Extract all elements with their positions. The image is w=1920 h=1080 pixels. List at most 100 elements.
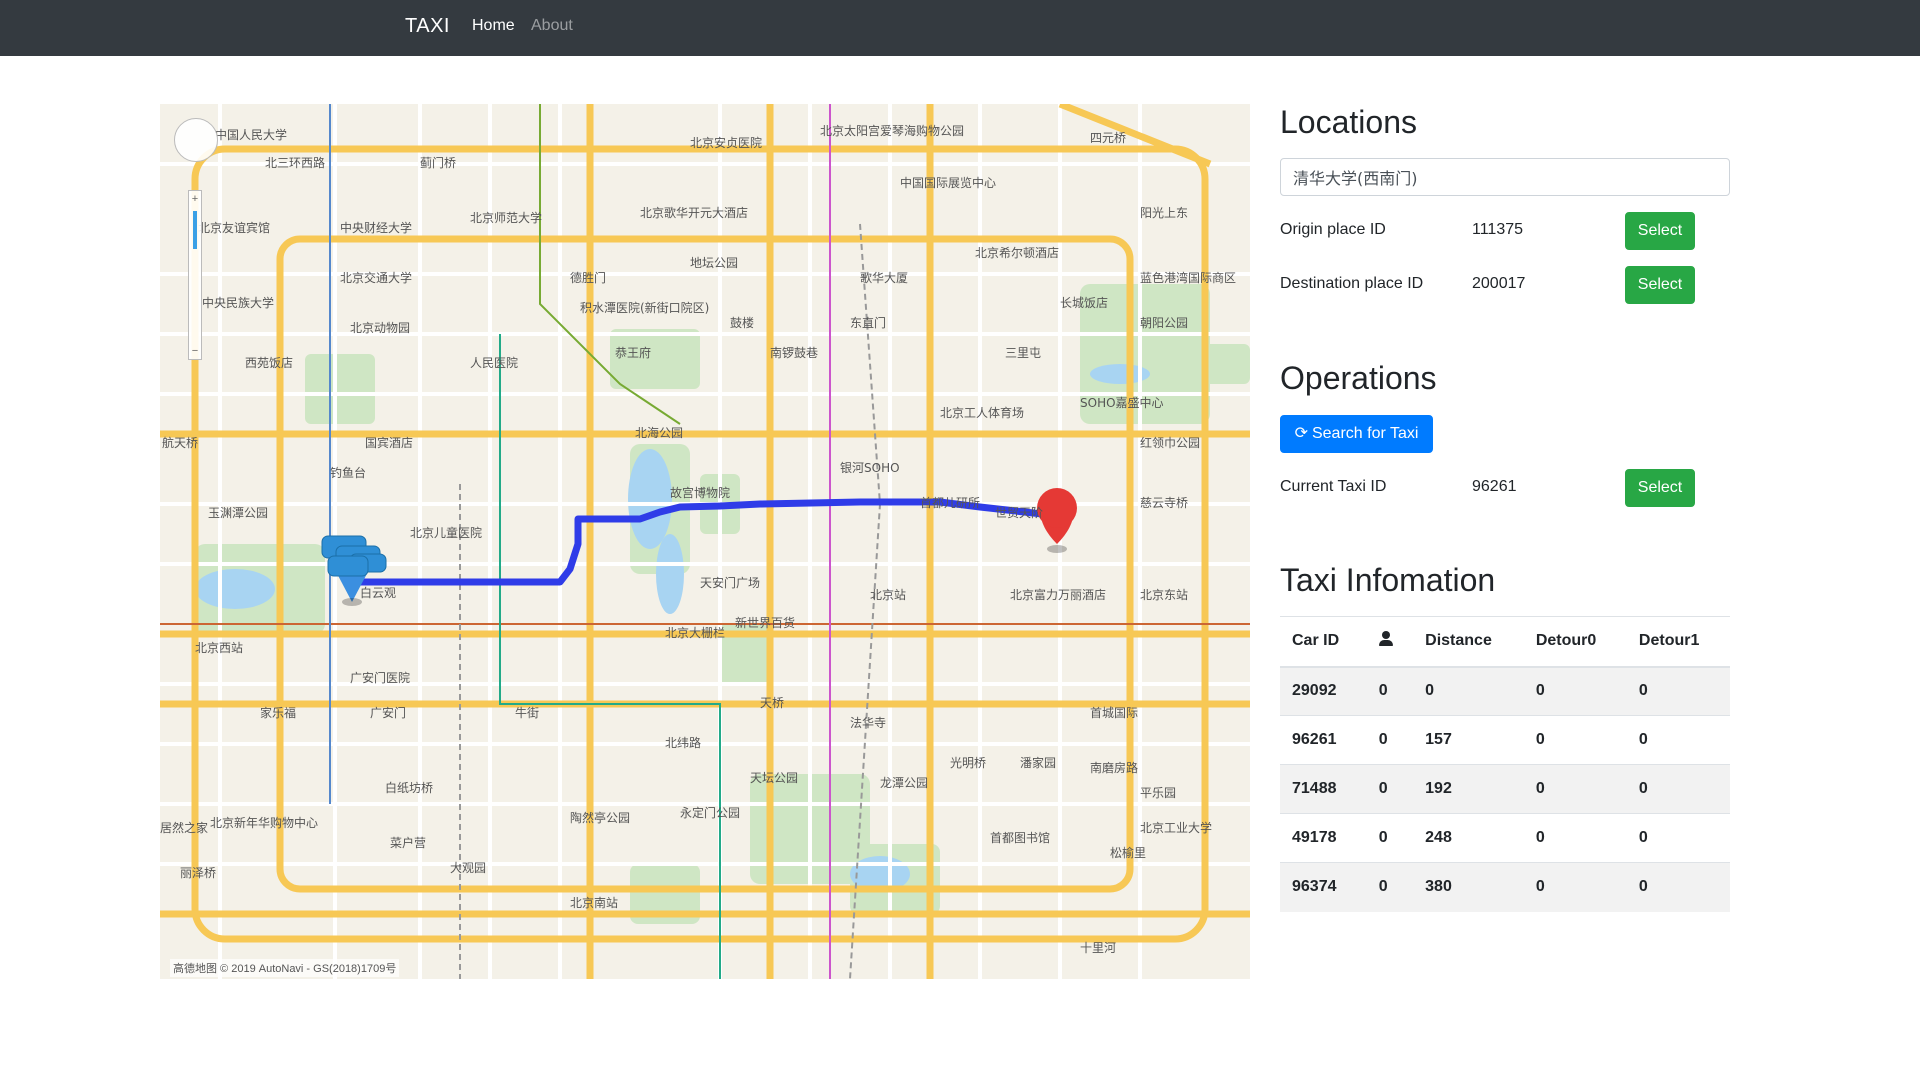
- map-label: 人民医院: [470, 356, 519, 370]
- location-search-input[interactable]: [1280, 158, 1730, 196]
- map-label: SOHO嘉盛中心: [1080, 396, 1164, 410]
- map-label: 红领巾公园: [1140, 436, 1201, 450]
- map-zoom-slider[interactable]: + −: [188, 190, 202, 360]
- table-row[interactable]: 29092 0 0 0 0: [1280, 666, 1730, 716]
- origin-select-button[interactable]: Select: [1625, 212, 1695, 250]
- map-label: 广安门医院: [350, 671, 411, 685]
- map-label: 南锣鼓巷: [770, 346, 819, 360]
- search-taxi-button[interactable]: ⟳ Search for Taxi: [1280, 415, 1433, 453]
- map-label: 白纸坊桥: [385, 781, 434, 795]
- map-label: 北京动物园: [350, 321, 411, 335]
- taxi-info-heading: Taxi Infomation: [1280, 562, 1496, 598]
- map-label: 北三环西路: [265, 156, 326, 170]
- table-row[interactable]: 49178 0 248 0 0: [1280, 813, 1730, 863]
- cell-distance: 192: [1413, 764, 1524, 814]
- map-label: 北京新年华购物中心: [210, 816, 319, 830]
- cell-detour1: 0: [1626, 666, 1730, 716]
- map-label: 钓鱼台: [330, 466, 367, 480]
- map-label: 中央民族大学: [202, 296, 275, 310]
- cell-passengers: 0: [1366, 666, 1414, 716]
- map-label: 北京安贞医院: [690, 136, 763, 150]
- origin-place-label: Origin place ID: [1280, 221, 1386, 238]
- map-label: 歌华大厦: [860, 271, 909, 285]
- cell-detour1: 0: [1626, 862, 1730, 912]
- table-row[interactable]: 96261 0 157 0 0: [1280, 715, 1730, 765]
- cell-passengers: 0: [1366, 715, 1414, 765]
- map-pan-control[interactable]: [174, 118, 218, 162]
- search-taxi-label: Search for Taxi: [1311, 425, 1419, 442]
- cell-car-id: 29092: [1280, 666, 1367, 716]
- map-label: 世贸天阶: [995, 506, 1044, 520]
- map-label: 银河SOHO: [840, 461, 900, 475]
- map-label: 平乐园: [1140, 786, 1177, 800]
- map-label: 龙潭公园: [880, 776, 929, 790]
- map-label: 三里屯: [1005, 346, 1042, 360]
- map-label: 德胜门: [570, 271, 607, 285]
- person-icon: [1378, 631, 1393, 647]
- cell-passengers: 0: [1366, 813, 1414, 863]
- map-label: 阳光上东: [1140, 206, 1189, 220]
- map-label: 北京友谊宾馆: [198, 221, 271, 235]
- map-view[interactable]: 中国人民大学 北三环西路 蓟门桥 北京安贞医院 北京太阳宫爱琴海购物公园 四元桥 北京友谊宾…: [160, 104, 1250, 979]
- map-label: 四元桥: [1090, 131, 1127, 145]
- destination-select-button[interactable]: Select: [1625, 266, 1695, 304]
- cell-car-id: 96374: [1280, 862, 1367, 912]
- col-passengers: [1366, 616, 1414, 668]
- taxi-cluster-icon[interactable]: [321, 535, 387, 577]
- map-label: 蓝色港湾国际商区: [1140, 271, 1237, 285]
- zoom-in-icon[interactable]: +: [189, 193, 201, 205]
- map-label: 首城国际: [1090, 706, 1139, 720]
- map-label: 蓟门桥: [420, 156, 457, 170]
- col-detour1: Detour1: [1626, 616, 1730, 668]
- cell-distance: 157: [1413, 715, 1524, 765]
- current-taxi-label: Current Taxi ID: [1280, 478, 1387, 495]
- refresh-icon: ⟳: [1294, 425, 1308, 442]
- col-detour0: Detour0: [1523, 616, 1627, 668]
- cell-detour1: 0: [1626, 715, 1730, 765]
- map-label: 北京儿童医院: [410, 526, 483, 540]
- map-label: 中央财经大学: [340, 221, 413, 235]
- cell-distance: 0: [1413, 666, 1524, 716]
- col-distance: Distance: [1413, 616, 1524, 668]
- cell-detour0: 0: [1523, 862, 1627, 912]
- map-label: 白云观: [360, 586, 397, 600]
- map-attribution: 高德地图 © 2019 AutoNavi - GS(2018)1709号: [170, 959, 400, 977]
- top-navbar: TAXI Home About: [0, 0, 1920, 56]
- locations-heading: Locations: [1280, 104, 1417, 140]
- cell-detour1: 0: [1626, 813, 1730, 863]
- zoom-out-icon[interactable]: −: [189, 345, 201, 357]
- nav-home-link[interactable]: Home: [472, 17, 515, 35]
- cell-passengers: 0: [1366, 862, 1414, 912]
- map-label: 牛街: [515, 706, 540, 720]
- map-label: 北海公园: [635, 426, 684, 440]
- map-label: 朝阳公园: [1140, 316, 1189, 330]
- brand-logo[interactable]: TAXI: [405, 15, 450, 38]
- map-label: 大观园: [450, 861, 487, 875]
- current-taxi-select-button[interactable]: Select: [1625, 469, 1695, 507]
- map-label: 北京东站: [1140, 588, 1189, 602]
- cell-detour1: 0: [1626, 764, 1730, 814]
- map-label: 玉渊潭公园: [208, 506, 269, 520]
- operations-heading: Operations: [1280, 360, 1437, 396]
- map-label: 北京希尔顿酒店: [975, 246, 1060, 260]
- nav-about-link[interactable]: About: [531, 17, 573, 35]
- map-label: 北京交通大学: [340, 271, 413, 285]
- map-label: 首都儿研所: [920, 496, 981, 510]
- cell-detour0: 0: [1523, 764, 1627, 814]
- map-label: 丽泽桥: [180, 866, 217, 880]
- col-car-id: Car ID: [1280, 616, 1367, 668]
- map-label: 北京太阳宫爱琴海购物公园: [820, 124, 965, 138]
- taxi-info-table: Car ID Distance Detour0 Detour1 29092 0 …: [1280, 616, 1730, 912]
- zoom-level-indicator[interactable]: [193, 211, 197, 249]
- map-roads: [160, 104, 1250, 979]
- map-label: 北京歌华开元大酒店: [640, 206, 749, 220]
- current-taxi-value: 96261: [1472, 478, 1517, 495]
- table-row[interactable]: 71488 0 192 0 0: [1280, 764, 1730, 814]
- map-label: 天坛公园: [750, 771, 799, 785]
- map-label: 南磨房路: [1090, 761, 1139, 775]
- map-label: 积水潭医院(新街口院区): [580, 301, 710, 315]
- map-label: 新世界百货: [735, 616, 796, 630]
- map-label: 地坛公园: [690, 256, 739, 270]
- table-row[interactable]: 96374 0 380 0 0: [1280, 862, 1730, 912]
- cell-car-id: 96261: [1280, 715, 1367, 765]
